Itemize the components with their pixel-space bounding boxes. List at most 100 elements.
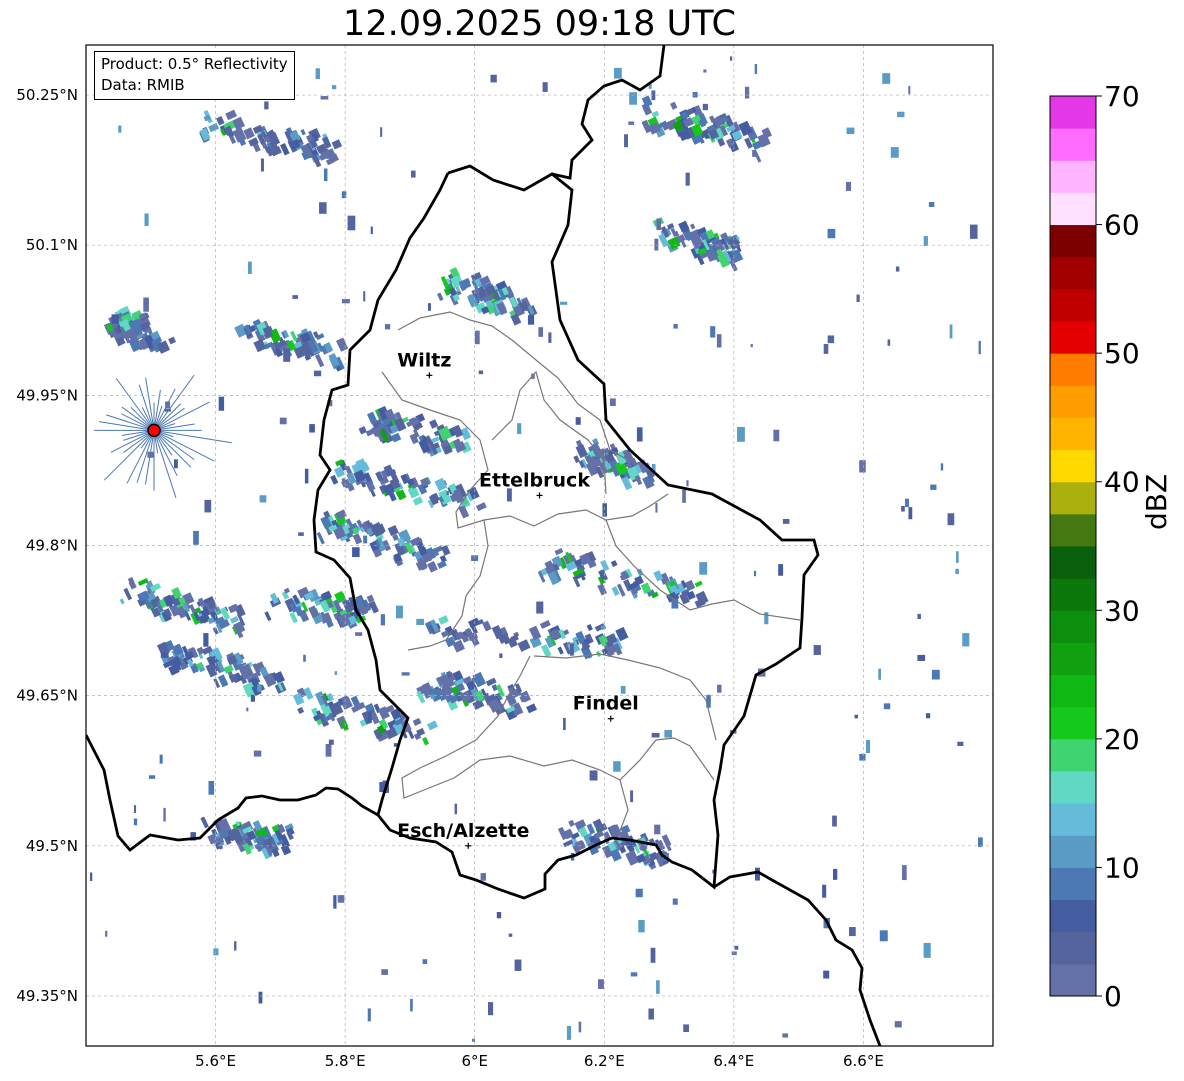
echo-cell: [352, 547, 360, 558]
echo-cell: [956, 551, 959, 563]
echo-cell: [782, 518, 790, 524]
radar-site-marker[interactable]: [147, 423, 161, 438]
colorbar-tick-label: 10: [1104, 851, 1140, 884]
echo-cell: [334, 671, 338, 675]
echo-cell: [630, 790, 634, 803]
echo-cell: [582, 642, 589, 650]
echo-cell: [897, 111, 905, 118]
echo-cell: [204, 499, 212, 513]
echo-cell: [846, 127, 855, 135]
colorbar-cell: [1050, 899, 1096, 933]
echo-cell: [428, 303, 431, 311]
echo-cell: [589, 770, 598, 781]
echo-cell: [949, 324, 953, 339]
colorbar-tick-label: 40: [1104, 466, 1140, 499]
echo-cell: [309, 424, 315, 433]
echo-cell: [566, 1025, 572, 1040]
colorbar-tick-label: 60: [1104, 209, 1140, 242]
colorbar-cell: [1050, 96, 1096, 129]
echo-cell: [928, 202, 935, 207]
lat-tick-label: 49.65°N: [16, 687, 78, 705]
echo-cell: [148, 775, 156, 779]
colorbar-cell: [1050, 288, 1096, 322]
echo-cell: [729, 56, 733, 61]
echo-cell: [355, 632, 363, 636]
echo-cell: [583, 560, 587, 564]
city-label: Esch/Alzette: [397, 820, 529, 842]
echo-cell: [342, 298, 350, 304]
echo-cell: [778, 564, 784, 576]
echo-cell: [753, 570, 757, 577]
echo-cell: [923, 942, 931, 958]
echo-cell: [650, 947, 656, 963]
echo-cell: [575, 417, 581, 425]
echo-cell: [813, 645, 821, 655]
echo-cell: [105, 930, 108, 937]
lat-tick-label: 49.5°N: [26, 837, 78, 855]
echo-cell: [324, 168, 328, 182]
colorbar-tick-label: 20: [1104, 723, 1140, 756]
echo-cell: [163, 807, 166, 822]
echo-cell: [159, 754, 163, 764]
echo-cell: [257, 684, 262, 692]
echo-cell: [258, 991, 263, 1004]
echo-cell: [602, 503, 607, 517]
echo-cell: [651, 732, 660, 738]
echo-cell: [144, 213, 149, 226]
echo-cell: [895, 266, 900, 272]
echo-cell: [832, 868, 838, 880]
colorbar: 0 10 20 30 40 50 60 70: [1049, 80, 1140, 1010]
echo-cell: [656, 218, 661, 231]
product-info-box: Product: 0.5° Reflectivity Data: RMIB: [94, 51, 295, 100]
echo-cell: [111, 314, 119, 324]
colorbar-cell: [1050, 706, 1096, 740]
echo-cell: [488, 1002, 494, 1016]
echo-cell: [341, 191, 347, 199]
echo-cell: [878, 668, 882, 680]
echo-cell: [613, 761, 621, 772]
echo-cell: [716, 334, 722, 348]
colorbar-cell: [1050, 353, 1096, 386]
colorbar-tick-label: 70: [1104, 80, 1140, 113]
echo-cell: [542, 82, 548, 92]
echo-cell: [923, 236, 928, 246]
lon-tick-label: 6.2°E: [584, 1052, 625, 1070]
echo-cell: [686, 480, 689, 487]
echo-cell: [754, 64, 758, 74]
echo-cell: [499, 653, 503, 658]
colorbar-cell: [1050, 481, 1096, 515]
echo-cell: [320, 96, 329, 100]
echo-cell: [832, 815, 837, 827]
echo-cell: [333, 895, 337, 909]
echo-cell: [882, 73, 891, 84]
colorbar-cell: [1050, 513, 1096, 547]
echo-cell: [773, 429, 780, 442]
echo-cell: [328, 739, 334, 745]
echo-cell: [548, 332, 552, 343]
echo-cell: [827, 335, 835, 344]
echo-cell: [823, 970, 830, 979]
echo-cell: [673, 324, 678, 329]
echo-cell: [902, 865, 907, 881]
colorbar-cell: [1050, 931, 1096, 965]
echo-cell: [527, 315, 535, 325]
echo-cell: [962, 633, 970, 647]
echo-cell: [654, 238, 659, 251]
echo-cell: [827, 228, 836, 239]
echo-cell: [578, 1021, 582, 1033]
colorbar-cell: [1050, 642, 1096, 676]
echo-cell: [648, 1008, 654, 1020]
echo-cell: [854, 714, 858, 719]
echo-cell: [203, 633, 209, 647]
echo-cell: [304, 468, 309, 484]
echo-cell: [609, 398, 616, 407]
radar-map[interactable]: 50.25°N 50.1°N 49.95°N 49.8°N 49.65°N 49.5°N 4…: [0, 0, 1184, 1081]
lon-tick-label: 5.8°E: [325, 1052, 366, 1070]
echo-cell: [560, 301, 568, 305]
echo-cell: [628, 121, 635, 125]
echo-cell: [752, 149, 757, 157]
echo-cell: [517, 423, 522, 434]
echo-cell: [750, 344, 753, 348]
lon-tick-label: 5.6°E: [195, 1052, 236, 1070]
echo-cell: [325, 744, 332, 757]
